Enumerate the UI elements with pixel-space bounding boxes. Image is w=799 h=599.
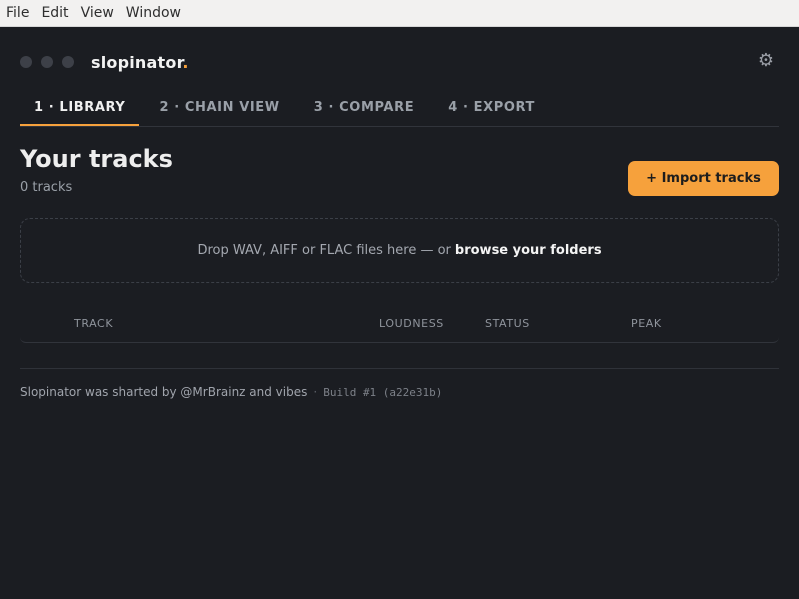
dropzone-text: Drop WAV, AIFF or FLAC files here — or xyxy=(197,243,451,258)
window-maximize-dot[interactable] xyxy=(62,56,74,68)
gear-icon[interactable]: ⚙ xyxy=(758,50,774,71)
footer-separator: · xyxy=(313,385,318,399)
app-name-dot: . xyxy=(182,52,189,72)
column-header-track[interactable]: TRACK xyxy=(74,317,113,330)
build-info: Build #1 (a22e31b) xyxy=(323,385,443,399)
page-title: Your tracks xyxy=(20,145,173,173)
track-count: 0 tracks xyxy=(20,180,73,195)
tab-export[interactable]: 4 · EXPORT xyxy=(434,94,549,126)
menu-view[interactable]: View xyxy=(75,0,120,27)
column-header-loudness[interactable]: LOUDNESS xyxy=(379,317,444,330)
tab-library[interactable]: 1 · LIBRARY xyxy=(20,94,140,126)
tracks-table: TRACK LOUDNESS STATUS PEAK xyxy=(20,304,779,343)
file-dropzone[interactable]: Drop WAV, AIFF or FLAC files here — or b… xyxy=(20,218,779,283)
window-minimize-dot[interactable] xyxy=(41,56,53,68)
footer: Slopinator was sharted by @MrBrainz and … xyxy=(20,385,442,399)
column-header-peak[interactable]: PEAK xyxy=(631,317,662,330)
tab-compare[interactable]: 3 · COMPARE xyxy=(300,94,428,126)
app-logo: slopinator. xyxy=(91,53,189,72)
menu-window[interactable]: Window xyxy=(120,0,187,27)
tab-chain-view[interactable]: 2 · CHAIN VIEW xyxy=(145,94,293,126)
window-controls xyxy=(20,56,74,68)
footer-credit: Slopinator was sharted by @MrBrainz and … xyxy=(20,385,308,399)
app-name: slopinator xyxy=(91,52,183,72)
window-close-dot[interactable] xyxy=(20,56,32,68)
import-tracks-button[interactable]: + Import tracks xyxy=(628,161,779,196)
menu-edit[interactable]: Edit xyxy=(35,0,74,27)
footer-divider xyxy=(20,368,779,369)
menu-bar: File Edit View Window xyxy=(0,0,799,27)
column-header-status[interactable]: STATUS xyxy=(485,317,530,330)
tab-bar: 1 · LIBRARY 2 · CHAIN VIEW 3 · COMPARE 4… xyxy=(20,94,779,127)
browse-folders-link[interactable]: browse your folders xyxy=(455,243,602,258)
app-header: slopinator. ⚙ xyxy=(20,48,779,76)
menu-file[interactable]: File xyxy=(0,0,35,27)
